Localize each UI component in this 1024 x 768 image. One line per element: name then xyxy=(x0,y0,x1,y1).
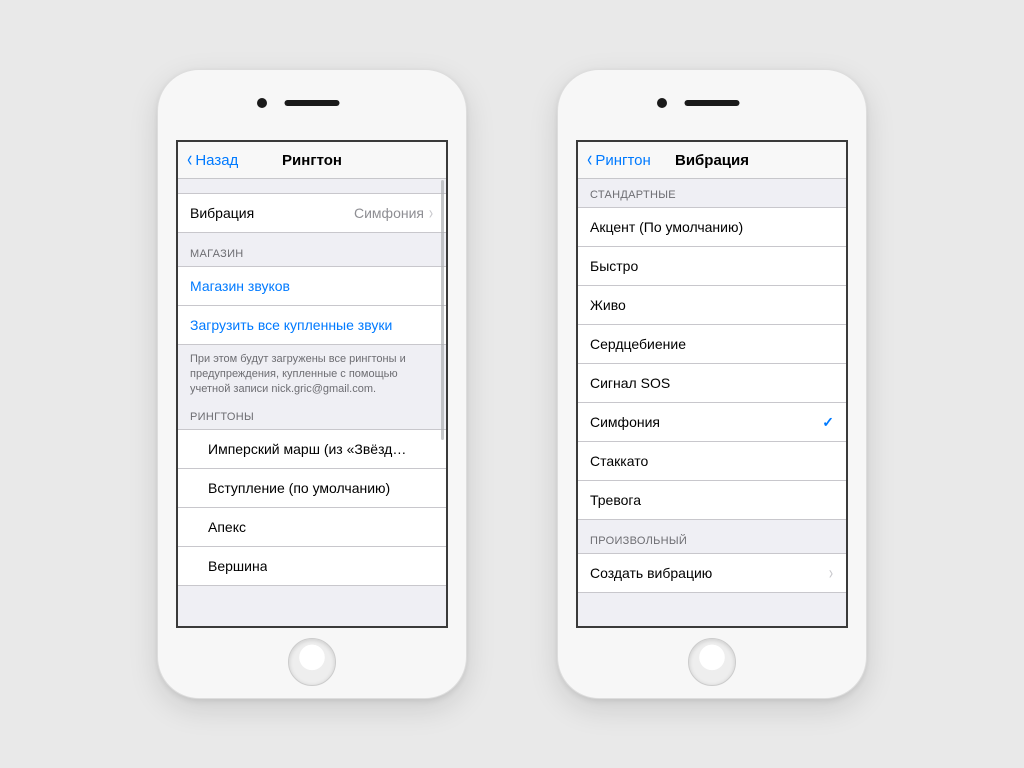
page-title: Рингтон xyxy=(282,152,342,169)
vibration-label: Вибрация xyxy=(190,205,254,221)
tone-store-link[interactable]: Магазин звуков xyxy=(178,266,446,306)
vibration-option-label: Симфония xyxy=(590,414,660,430)
speaker-grille xyxy=(285,100,340,106)
page-title: Вибрация xyxy=(675,152,749,169)
custom-section-header: ПРОИЗВОЛЬНЫЙ xyxy=(578,519,846,553)
chevron-left-icon: ‹ xyxy=(187,148,192,170)
standard-section-header: СТАНДАРТНЫЕ xyxy=(578,179,846,207)
ringtone-label: Вершина xyxy=(208,558,267,574)
ringtone-label: Апекс xyxy=(208,519,246,535)
back-button[interactable]: ‹ Назад xyxy=(182,142,242,178)
create-vibration-row[interactable]: Создать вибрацию › xyxy=(578,553,846,593)
vibration-value: Симфония xyxy=(354,205,424,221)
ringtone-row[interactable]: Вступление (по умолчанию) xyxy=(178,468,446,508)
home-button[interactable] xyxy=(288,638,336,686)
home-button[interactable] xyxy=(688,638,736,686)
navbar: ‹ Назад Рингтон xyxy=(178,142,446,179)
back-label: Рингтон xyxy=(595,152,650,169)
front-camera xyxy=(257,98,267,108)
vibration-row[interactable]: Вибрация Симфония › xyxy=(178,193,446,233)
ringtone-row[interactable]: Имперский марш (из «Звёзд… xyxy=(178,429,446,469)
vibration-option-label: Акцент (По умолчанию) xyxy=(590,219,743,235)
vibration-option-row[interactable]: Быстро xyxy=(578,246,846,286)
chevron-right-icon: › xyxy=(429,204,433,222)
vibration-option-label: Сердцебиение xyxy=(590,336,686,352)
ringtone-label: Имперский марш (из «Звёзд… xyxy=(208,441,406,457)
ringtones-section-header: РИНГТОНЫ xyxy=(178,403,446,429)
ringtone-row[interactable]: Апекс xyxy=(178,507,446,547)
front-camera xyxy=(657,98,667,108)
download-purchased-link[interactable]: Загрузить все купленные звуки xyxy=(178,305,446,345)
scrollbar[interactable] xyxy=(441,180,444,440)
download-purchased-label: Загрузить все купленные звуки xyxy=(190,317,392,333)
create-vibration-label: Создать вибрацию xyxy=(590,565,712,581)
back-label: Назад xyxy=(195,152,238,169)
iphone-mockup-right: ‹ Рингтон Вибрация СТАНДАРТНЫЕ Акцент (П… xyxy=(557,69,867,699)
vibration-option-label: Быстро xyxy=(590,258,638,274)
screen-right: ‹ Рингтон Вибрация СТАНДАРТНЫЕ Акцент (П… xyxy=(576,140,848,628)
tone-store-label: Магазин звуков xyxy=(190,278,290,294)
store-section-header: МАГАЗИН xyxy=(178,232,446,266)
vibration-option-row[interactable]: Живо xyxy=(578,285,846,325)
content-right: СТАНДАРТНЫЕ Акцент (По умолчанию) Быстро… xyxy=(578,179,846,627)
ringtone-label: Вступление (по умолчанию) xyxy=(208,480,390,496)
chevron-left-icon: ‹ xyxy=(587,148,592,170)
vibration-option-row[interactable]: Стаккато xyxy=(578,441,846,481)
chevron-right-icon: › xyxy=(829,564,833,582)
checkmark-icon: ✓ xyxy=(822,414,834,431)
vibration-option-label: Стаккато xyxy=(590,453,648,469)
content-left: Вибрация Симфония › МАГАЗИН Магазин звук… xyxy=(178,179,446,627)
store-footer-note: При этом будут загружены все рингтоны и … xyxy=(178,344,446,403)
iphone-mockup-left: ‹ Назад Рингтон Вибрация Симфония › МАГА… xyxy=(157,69,467,699)
vibration-option-label: Тревога xyxy=(590,492,641,508)
speaker-grille xyxy=(685,100,740,106)
screen-left: ‹ Назад Рингтон Вибрация Симфония › МАГА… xyxy=(176,140,448,628)
vibration-option-row[interactable]: Сигнал SOS xyxy=(578,363,846,403)
vibration-option-label: Живо xyxy=(590,297,626,313)
vibration-option-row[interactable]: Акцент (По умолчанию) xyxy=(578,207,846,247)
vibration-option-row[interactable]: Сердцебиение xyxy=(578,324,846,364)
vibration-option-row[interactable]: Тревога xyxy=(578,480,846,520)
vibration-option-label: Сигнал SOS xyxy=(590,375,670,391)
ringtone-row[interactable]: Вершина xyxy=(178,546,446,586)
back-button[interactable]: ‹ Рингтон xyxy=(582,142,655,178)
vibration-option-row[interactable]: Симфония ✓ xyxy=(578,402,846,442)
navbar: ‹ Рингтон Вибрация xyxy=(578,142,846,179)
